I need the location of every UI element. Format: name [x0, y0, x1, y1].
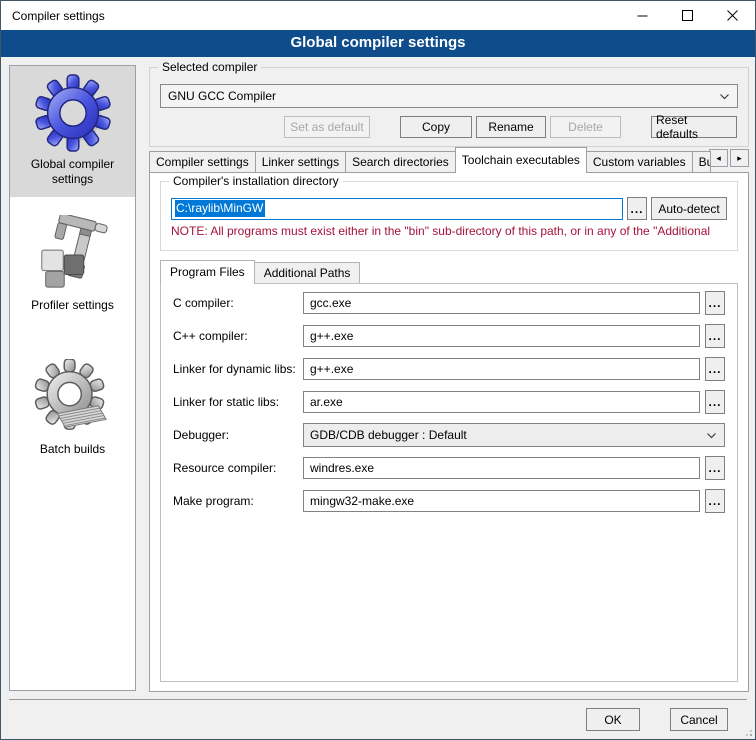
field-label: Linker for dynamic libs: [173, 362, 303, 376]
browse-button[interactable]: ... [705, 324, 725, 348]
field-value: ar.exe [310, 395, 343, 409]
field-label: Resource compiler: [173, 461, 303, 475]
make-program-input[interactable]: mingw32-make.exe [303, 490, 700, 512]
minimize-button[interactable] [620, 1, 665, 30]
settings-tabstrip: Compiler settings Linker settings Search… [149, 147, 749, 173]
sidebar-item-label: Batch builds [40, 442, 105, 456]
sidebar-item-global-compiler-settings[interactable]: Global compiler settings [10, 66, 135, 197]
field-value: GDB/CDB debugger : Default [310, 428, 467, 442]
browse-button[interactable]: ... [705, 357, 725, 381]
tab-scroll-left-button[interactable]: ◂ [709, 149, 728, 167]
tab-search-directories[interactable]: Search directories [345, 151, 456, 173]
minimize-icon [637, 10, 648, 21]
group-label: Selected compiler [158, 60, 261, 74]
note-text: NOTE: All programs must exist either in … [171, 224, 727, 238]
tab-linker-settings[interactable]: Linker settings [255, 151, 346, 173]
toolchain-executables-panel: Compiler's installation directory C:\ray… [149, 172, 749, 692]
field-value: gcc.exe [310, 296, 351, 310]
resize-grip[interactable] [743, 727, 753, 737]
field-row: C compiler: gcc.exe ... [173, 291, 725, 315]
debugger-select[interactable]: GDB/CDB debugger : Default [303, 423, 725, 447]
blue-gear-icon [34, 74, 112, 152]
set-as-default-button: Set as default [284, 116, 370, 138]
field-row: Resource compiler: windres.exe ... [173, 456, 725, 480]
footer-divider [9, 699, 747, 700]
rename-button[interactable]: Rename [476, 116, 546, 138]
ok-button[interactable]: OK [586, 708, 640, 731]
compiler-settings-dialog: Compiler settings Global compiler settin… [0, 0, 756, 740]
tab-scroll-right-button[interactable]: ▸ [730, 149, 749, 167]
settings-category-list: Global compiler settings [9, 65, 136, 691]
field-label: Linker for static libs: [173, 395, 303, 409]
caliper-icon [34, 215, 112, 293]
sidebar-item-label: Profiler settings [31, 298, 114, 312]
chevron-down-icon [720, 94, 729, 100]
reset-defaults-button[interactable]: Reset defaults [651, 116, 737, 138]
field-value: windres.exe [310, 461, 374, 475]
resource-compiler-input[interactable]: windres.exe [303, 457, 700, 479]
close-button[interactable] [710, 1, 755, 30]
arrow-right-icon: ▸ [737, 153, 742, 164]
program-files-tabstrip: Program Files Additional Paths [160, 260, 360, 283]
browse-directory-button[interactable]: ... [627, 197, 647, 220]
cpp-compiler-input[interactable]: g++.exe [303, 325, 700, 347]
static-linker-input[interactable]: ar.exe [303, 391, 700, 413]
installation-directory-input[interactable]: C:\raylib\MinGW [171, 198, 623, 220]
browse-button[interactable]: ... [705, 291, 725, 315]
field-label: Make program: [173, 494, 303, 508]
window-title: Compiler settings [1, 9, 105, 23]
delete-button: Delete [550, 116, 621, 138]
field-label: Debugger: [173, 428, 303, 442]
selected-compiler-group: Selected compiler GNU GCC Compiler Set a… [149, 67, 749, 147]
browse-button[interactable]: ... [705, 489, 725, 513]
browse-button[interactable]: ... [705, 390, 725, 414]
browse-button[interactable]: ... [705, 456, 725, 480]
tab-compiler-settings[interactable]: Compiler settings [149, 151, 256, 173]
compiler-select-value: GNU GCC Compiler [168, 89, 276, 103]
tab-program-files[interactable]: Program Files [160, 260, 255, 284]
field-label: C++ compiler: [173, 329, 303, 343]
cancel-button[interactable]: Cancel [670, 708, 728, 731]
field-row: Make program: mingw32-make.exe ... [173, 489, 725, 513]
sidebar-item-batch-builds[interactable]: Batch builds [10, 351, 135, 467]
tab-toolchain-executables[interactable]: Toolchain executables [455, 147, 587, 173]
page-title: Global compiler settings [1, 30, 755, 57]
tab-additional-paths[interactable]: Additional Paths [254, 262, 361, 283]
titlebar: Compiler settings [1, 1, 755, 30]
field-row: C++ compiler: g++.exe ... [173, 324, 725, 348]
maximize-button[interactable] [665, 1, 710, 30]
compiler-select[interactable]: GNU GCC Compiler [160, 84, 738, 108]
gray-gear-stack-icon [34, 359, 112, 437]
field-label: C compiler: [173, 296, 303, 310]
field-value: mingw32-make.exe [310, 494, 414, 508]
sidebar-item-label: Global compiler settings [31, 157, 114, 186]
field-row: Linker for static libs: ar.exe ... [173, 390, 725, 414]
chevron-down-icon [707, 433, 716, 439]
group-label: Compiler's installation directory [169, 174, 343, 188]
tab-build-options[interactable]: Build [692, 151, 711, 173]
field-value: g++.exe [310, 362, 353, 376]
installation-directory-group: Compiler's installation directory C:\ray… [160, 181, 738, 251]
field-row: Linker for dynamic libs: g++.exe ... [173, 357, 725, 381]
installation-directory-value: C:\raylib\MinGW [175, 200, 265, 217]
field-value: g++.exe [310, 329, 353, 343]
close-icon [727, 10, 738, 21]
sidebar-item-profiler-settings[interactable]: Profiler settings [10, 207, 135, 323]
auto-detect-button[interactable]: Auto-detect [651, 197, 727, 220]
arrow-left-icon: ◂ [716, 153, 721, 164]
c-compiler-input[interactable]: gcc.exe [303, 292, 700, 314]
dynamic-linker-input[interactable]: g++.exe [303, 358, 700, 380]
copy-button[interactable]: Copy [400, 116, 472, 138]
program-files-panel: C compiler: gcc.exe ... C++ compiler: g+… [160, 283, 738, 682]
tab-custom-variables[interactable]: Custom variables [586, 151, 693, 173]
maximize-icon [682, 10, 693, 21]
field-row: Debugger: GDB/CDB debugger : Default [173, 423, 725, 447]
